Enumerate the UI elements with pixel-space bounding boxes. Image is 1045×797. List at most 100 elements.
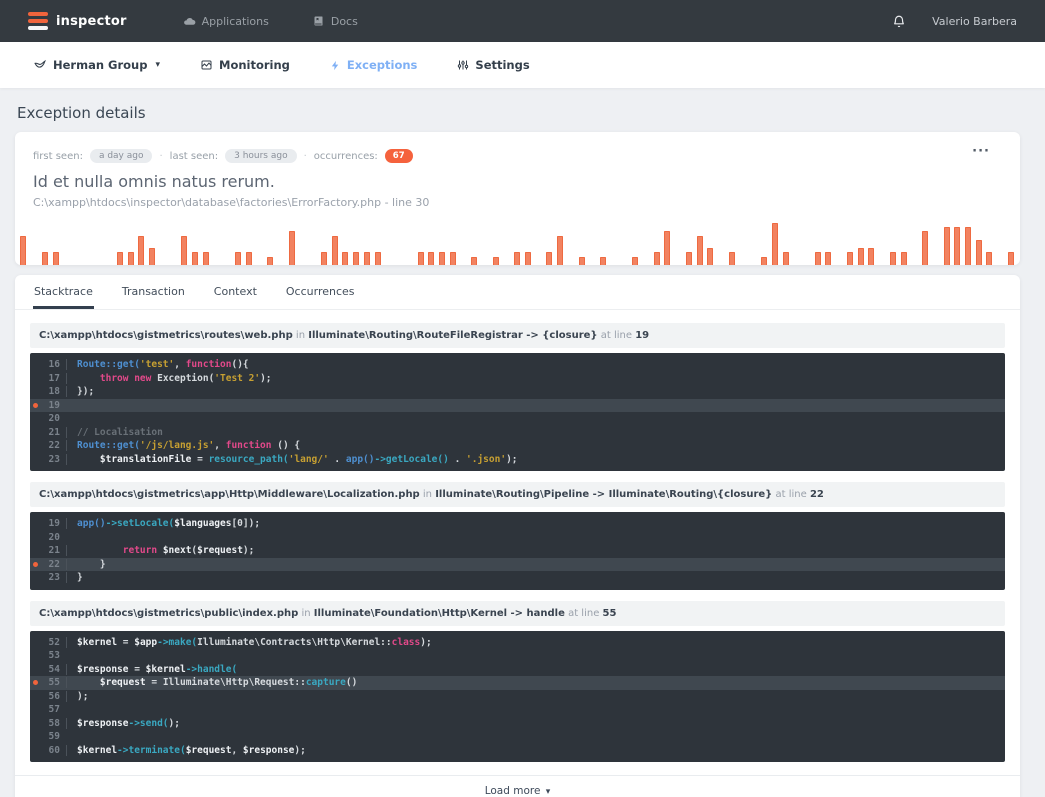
chart-bar-slot: [115, 219, 126, 265]
line-number: 55: [48, 677, 60, 689]
chart-bar-slot: [973, 219, 984, 265]
chart-bar: [202, 252, 209, 265]
tab-stacktrace[interactable]: Stacktrace: [33, 275, 94, 309]
code-source: Route::get('test', function(){: [66, 359, 249, 371]
chart-bar-slot: [812, 219, 823, 265]
chart-bar-slot: [834, 219, 845, 265]
tab-settings[interactable]: Settings: [457, 58, 530, 72]
code-line-highlighted: 55 $request = Illuminate\Http\Request::c…: [30, 676, 1005, 690]
occurrences-label: occurrences:: [313, 150, 378, 162]
code-line: 20: [30, 531, 1005, 545]
occurrences-badge: 67: [384, 149, 413, 163]
chart-bar-slot: [877, 219, 888, 265]
chart-bar: [492, 256, 499, 265]
code-line: 21 return $next($request);: [30, 544, 1005, 558]
tab-transaction[interactable]: Transaction: [121, 275, 186, 309]
tab-occurrences[interactable]: Occurrences: [285, 275, 356, 309]
chart-bar-slot: [147, 219, 158, 265]
chart-bar: [600, 256, 607, 265]
error-line-dot-icon: [32, 680, 38, 686]
tab-context[interactable]: Context: [213, 275, 258, 309]
ellipsis-menu-icon[interactable]: ···: [972, 144, 990, 159]
brand[interactable]: inspector: [28, 12, 127, 30]
chart-bar-slot: [995, 219, 1006, 265]
chart-bar-slot: [168, 219, 179, 265]
chart-bar: [471, 256, 478, 265]
nav-applications[interactable]: Applications: [183, 15, 269, 28]
chart-bar-slot: [887, 219, 898, 265]
brand-name: inspector: [56, 13, 127, 29]
error-line-dot-icon: [32, 561, 38, 567]
line-number: 21: [48, 545, 60, 557]
code-source: $response = $kernel->handle(: [66, 663, 237, 675]
chart-bar-slot: [823, 219, 834, 265]
nav-docs[interactable]: Docs: [313, 15, 358, 28]
chart-bar-slot: [984, 219, 995, 265]
chart-bar: [41, 252, 48, 265]
line-number: 60: [48, 744, 60, 756]
stack-frame-header[interactable]: C:\xampp\htdocs\gistmetrics\app\Http\Mid…: [30, 482, 1005, 507]
chart-bar: [235, 252, 242, 265]
main-content: Exception details first seen: a day ago …: [0, 104, 1045, 797]
chart-bar: [320, 252, 327, 265]
stack-frame-header[interactable]: C:\xampp\htdocs\gistmetrics\public\index…: [30, 600, 1005, 626]
code-block: 52 $kernel = $app->make(Illuminate\Contra…: [30, 630, 1005, 762]
chart-bar-slot: [684, 219, 695, 265]
chart-bar: [578, 256, 585, 265]
stack-frame: C:\xampp\htdocs\gistmetrics\routes\web.p…: [30, 323, 1005, 471]
code-source: Route::get('/js/lang.js', function () {: [66, 440, 300, 452]
chart-bar-slot: [190, 219, 201, 265]
chart-bar-slot: [565, 219, 576, 265]
load-more-button[interactable]: Load more ▾: [15, 775, 1020, 797]
chart-bar-slot: [651, 219, 662, 265]
tab-exceptions[interactable]: Exceptions: [330, 58, 417, 72]
chart-bar-slot: [39, 219, 50, 265]
chart-bar-slot: [576, 219, 587, 265]
chart-bar: [825, 252, 832, 265]
notifications-bell-icon[interactable]: [892, 14, 906, 29]
chart-bar: [868, 248, 875, 265]
line-number: 18: [48, 386, 60, 398]
meta-separator: ·: [303, 150, 307, 162]
chart-bar: [889, 252, 896, 265]
chart-bar-slot: [254, 219, 265, 265]
chart-bar: [374, 252, 381, 265]
chart-bar-slot: [769, 219, 780, 265]
chart-bar-slot: [845, 219, 856, 265]
chart-bar-slot: [555, 219, 566, 265]
chart-bar: [1007, 252, 1014, 265]
chart-bar-slot: [523, 219, 534, 265]
stack-frame-header[interactable]: C:\xampp\htdocs\gistmetrics\routes\web.p…: [30, 323, 1005, 348]
stack-frame: C:\xampp\htdocs\gistmetrics\app\Http\Mid…: [30, 482, 1005, 590]
chart-bar-slot: [329, 219, 340, 265]
first-seen-value: a day ago: [89, 149, 153, 163]
code-line: 22 Route::get('/js/lang.js', function () …: [30, 439, 1005, 453]
app-switcher[interactable]: Herman Group ▾: [33, 58, 160, 72]
code-line: 23}: [30, 571, 1005, 585]
line-number: 19: [48, 518, 60, 530]
chart-bar-slot: [265, 219, 276, 265]
chart-bar-slot: [866, 219, 877, 265]
code-source: }: [66, 572, 83, 584]
chart-bar-slot: [82, 219, 93, 265]
tab-monitoring[interactable]: Monitoring: [200, 58, 290, 72]
code-line: 23 $translationFile = resource_path('lan…: [30, 453, 1005, 467]
line-number: 53: [48, 650, 60, 662]
chart-bar: [964, 227, 971, 265]
chart-bar: [771, 223, 778, 265]
chart-bar: [417, 252, 424, 265]
chart-bar: [181, 235, 188, 265]
user-menu[interactable]: Valerio Barbera: [932, 15, 1017, 28]
code-source: // Localisation: [66, 426, 163, 438]
secondary-navbar: Herman Group ▾ Monitoring Exceptions Set…: [0, 42, 1045, 88]
chart-bar: [149, 248, 156, 265]
chart-bar-slot: [598, 219, 609, 265]
chart-bar: [653, 252, 660, 265]
exception-summary-card: first seen: a day ago · last seen: 3 hou…: [15, 132, 1020, 265]
chart-bar: [954, 227, 961, 265]
chart-bar-slot: [501, 219, 512, 265]
load-more-label: Load more: [484, 785, 541, 797]
chart-bar-slot: [340, 219, 351, 265]
line-number: 20: [48, 413, 60, 425]
chart-bar-slot: [458, 219, 469, 265]
